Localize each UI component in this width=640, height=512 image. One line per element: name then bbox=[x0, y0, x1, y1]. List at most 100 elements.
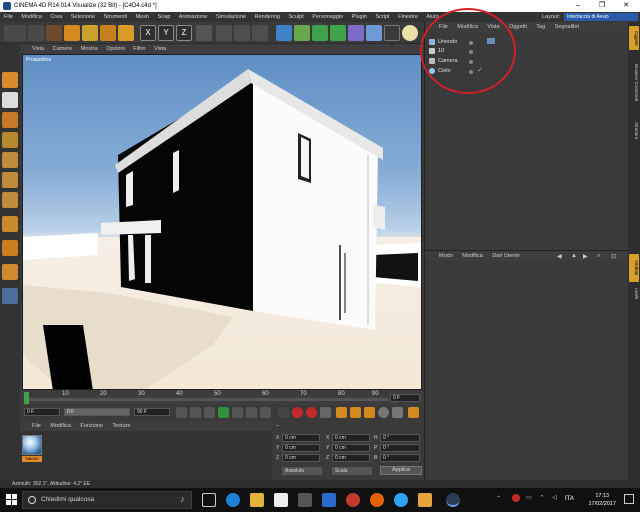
position-x-field[interactable]: 0 cm bbox=[282, 434, 320, 442]
tab-livelli[interactable]: Livelli bbox=[629, 284, 639, 304]
y-axis-lock-icon[interactable]: Y bbox=[158, 25, 174, 41]
menu-strumenti[interactable]: Strumenti bbox=[104, 14, 128, 20]
folder-icon[interactable] bbox=[418, 493, 432, 507]
camera-icon[interactable] bbox=[384, 25, 400, 41]
cinema4d-taskbar-icon[interactable] bbox=[446, 493, 460, 507]
select-tool-icon[interactable] bbox=[46, 25, 62, 41]
material-menu-texture[interactable]: Texture bbox=[113, 423, 131, 429]
chrome-icon[interactable] bbox=[394, 493, 408, 507]
timeline-window-icon[interactable] bbox=[408, 407, 419, 418]
render-view-icon[interactable] bbox=[216, 25, 232, 41]
timeline-ruler[interactable]: 10 20 30 40 50 60 70 80 90 0 F bbox=[22, 391, 422, 405]
language-indicator[interactable]: ITA bbox=[565, 496, 574, 502]
menu-sculpt[interactable]: Sculpt bbox=[288, 14, 303, 20]
firefox-icon[interactable] bbox=[370, 493, 384, 507]
word-icon[interactable] bbox=[322, 493, 336, 507]
size-mode-select[interactable]: Scala bbox=[332, 467, 372, 475]
scale-tool-icon[interactable] bbox=[82, 25, 98, 41]
light-icon[interactable] bbox=[402, 25, 418, 41]
next-key-icon[interactable] bbox=[246, 407, 257, 418]
tab-oggetti[interactable]: Oggetti bbox=[629, 26, 639, 50]
microphone-icon[interactable]: ♪ bbox=[180, 494, 185, 504]
objmgr-menu-oggetti[interactable]: Oggetti bbox=[509, 24, 527, 30]
key-parameter-icon[interactable] bbox=[378, 407, 389, 418]
viewport-menu-vista-2[interactable]: Vista bbox=[154, 46, 166, 52]
axis-mode-icon[interactable] bbox=[2, 216, 18, 232]
material-menu-funzione[interactable]: Funzione bbox=[80, 423, 103, 429]
system-clock[interactable]: 17:13 17/02/2017 bbox=[588, 492, 616, 508]
deformer-icon[interactable] bbox=[348, 25, 364, 41]
menu-mesh[interactable]: Mesh bbox=[136, 14, 149, 20]
menu-crea[interactable]: Crea bbox=[50, 14, 62, 20]
render-settings-icon[interactable] bbox=[252, 25, 268, 41]
coordinate-system-icon[interactable] bbox=[196, 25, 212, 41]
floor-icon[interactable] bbox=[366, 25, 382, 41]
previous-key-icon[interactable] bbox=[190, 407, 201, 418]
tweak-mode-icon[interactable] bbox=[2, 240, 18, 256]
position-y-field[interactable]: 0 cm bbox=[282, 444, 320, 452]
attrmgr-menu-dati-utente[interactable]: Dati Utente bbox=[492, 253, 520, 259]
close-button[interactable]: ✕ bbox=[614, 0, 638, 12]
apply-button[interactable]: Applica bbox=[380, 466, 422, 475]
menu-plugin[interactable]: Plugin bbox=[352, 14, 367, 20]
acrobat-icon[interactable] bbox=[346, 493, 360, 507]
menu-personaggio[interactable]: Personaggio bbox=[312, 14, 343, 20]
back-arrow-icon[interactable]: ◀ bbox=[557, 253, 562, 260]
menu-snap[interactable]: Snap bbox=[158, 14, 171, 20]
objmgr-menu-tag[interactable]: Tag bbox=[536, 24, 545, 30]
record-active-icon[interactable] bbox=[292, 407, 303, 418]
action-center-icon[interactable] bbox=[624, 494, 634, 504]
rotation-h-field[interactable]: 0 ° bbox=[380, 434, 420, 442]
material-menu-modifica[interactable]: Modifica bbox=[50, 423, 70, 429]
goto-start-icon[interactable] bbox=[176, 407, 187, 418]
timeline-playhead[interactable] bbox=[24, 392, 29, 404]
current-frame-field[interactable]: 0 F bbox=[390, 394, 420, 402]
attrmgr-menu-modo[interactable]: Modo bbox=[439, 253, 453, 259]
key-scale-icon[interactable] bbox=[350, 407, 361, 418]
x-axis-lock-icon[interactable]: X bbox=[140, 25, 156, 41]
layout-select[interactable]: Interfaccia di Avvio bbox=[564, 13, 638, 21]
points-mode-icon[interactable] bbox=[2, 152, 18, 168]
minimize-button[interactable]: – bbox=[566, 0, 590, 12]
size-y-field[interactable]: 0 cm bbox=[332, 444, 370, 452]
z-axis-lock-icon[interactable]: Z bbox=[176, 25, 192, 41]
key-rotation-icon[interactable] bbox=[364, 407, 375, 418]
cortana-search-input[interactable]: Chiedimi qualcosa bbox=[22, 491, 192, 509]
forward-arrow-icon[interactable]: ▶ bbox=[583, 253, 588, 260]
menu-selezione[interactable]: Selezione bbox=[71, 14, 95, 20]
menu-rendering[interactable]: Rendering bbox=[255, 14, 280, 20]
tab-attributi[interactable]: Attributi bbox=[629, 254, 639, 282]
viewport-menu-opzioni[interactable]: Opzioni bbox=[106, 46, 125, 52]
previous-frame-icon[interactable] bbox=[204, 407, 215, 418]
viewport-menu-filtro[interactable]: Filtro bbox=[133, 46, 145, 52]
model-mode-icon[interactable] bbox=[2, 92, 18, 108]
tray-app-icon[interactable] bbox=[512, 494, 520, 502]
min-frame-field[interactable]: 0 F bbox=[24, 408, 60, 416]
menu-finestre[interactable]: Finestre bbox=[398, 14, 418, 20]
size-z-field[interactable]: 0 cm bbox=[332, 454, 370, 462]
menu-file[interactable]: File bbox=[4, 14, 13, 20]
rotation-b-field[interactable]: 0 ° bbox=[380, 454, 420, 462]
menu-animazione[interactable]: Animazione bbox=[179, 14, 208, 20]
undo-icon[interactable] bbox=[4, 25, 26, 41]
lock-workplane-icon[interactable] bbox=[2, 288, 18, 304]
task-view-icon[interactable] bbox=[202, 493, 216, 507]
up-arrow-icon[interactable]: ▲ bbox=[571, 253, 577, 259]
move-tool-icon[interactable] bbox=[64, 25, 80, 41]
windows-start-icon[interactable] bbox=[6, 494, 17, 505]
edge-icon[interactable] bbox=[226, 493, 240, 507]
menu-modifica[interactable]: Modifica bbox=[21, 14, 41, 20]
menu-simulazione[interactable]: Simulazione bbox=[216, 14, 246, 20]
viewport-menu-vista[interactable]: Vista bbox=[32, 46, 44, 52]
coordinate-mode-select[interactable]: Assoluto bbox=[282, 467, 322, 475]
make-editable-icon[interactable] bbox=[2, 72, 18, 88]
live-selection-icon[interactable] bbox=[118, 25, 134, 41]
search-icon[interactable]: ⌕ bbox=[597, 253, 600, 260]
timeline-track[interactable] bbox=[26, 398, 388, 401]
viewport-menu-mostra[interactable]: Mostra bbox=[81, 46, 98, 52]
render-picture-viewer-icon[interactable] bbox=[234, 25, 250, 41]
volume-icon[interactable]: ◁ bbox=[552, 494, 557, 501]
maximize-button[interactable]: ❐ bbox=[590, 0, 614, 12]
app-icon[interactable] bbox=[298, 493, 312, 507]
tab-struttura[interactable]: Struttura bbox=[629, 116, 639, 146]
